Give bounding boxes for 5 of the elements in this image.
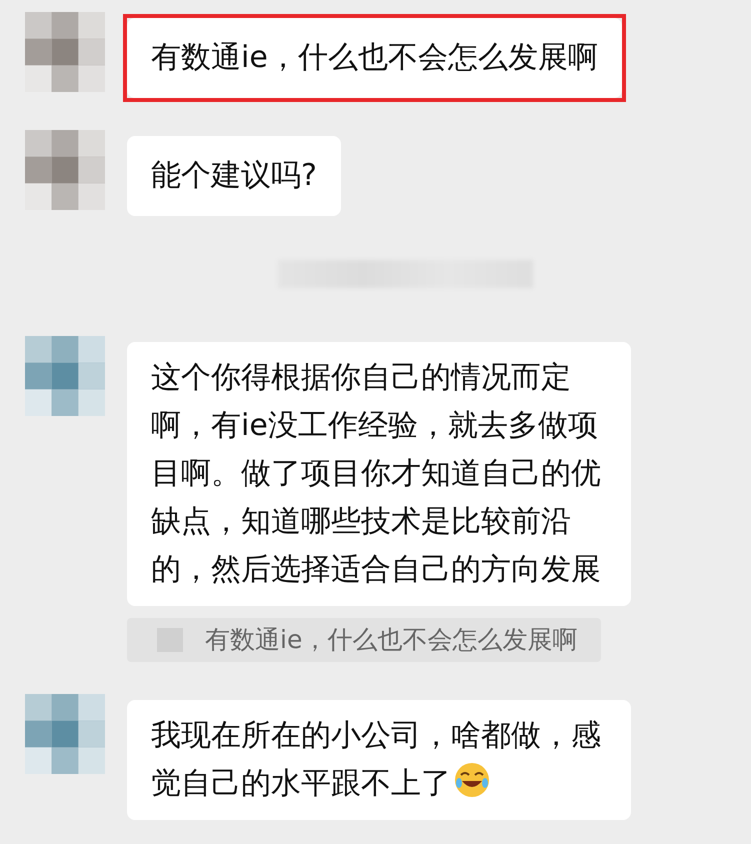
message-bubble: 我现在所在的小公司，啥都做，感觉自己的水平跟不上了 — [127, 700, 631, 820]
message-bubble: 有数通ie，什么也不会怎么发展啊 — [127, 18, 622, 98]
quoted-message: 有数通ie，什么也不会怎么发展啊 — [127, 618, 602, 662]
message-bubble: 这个你得根据你自己的情况而定啊，有ie没工作经验，就去多做项目啊。做了项目你才知道自己的优缺点，知道哪些技术是比较前沿的，然后选择适合自己的方向发展 — [127, 342, 631, 606]
message-bubble: 能个建议吗? — [127, 136, 341, 216]
